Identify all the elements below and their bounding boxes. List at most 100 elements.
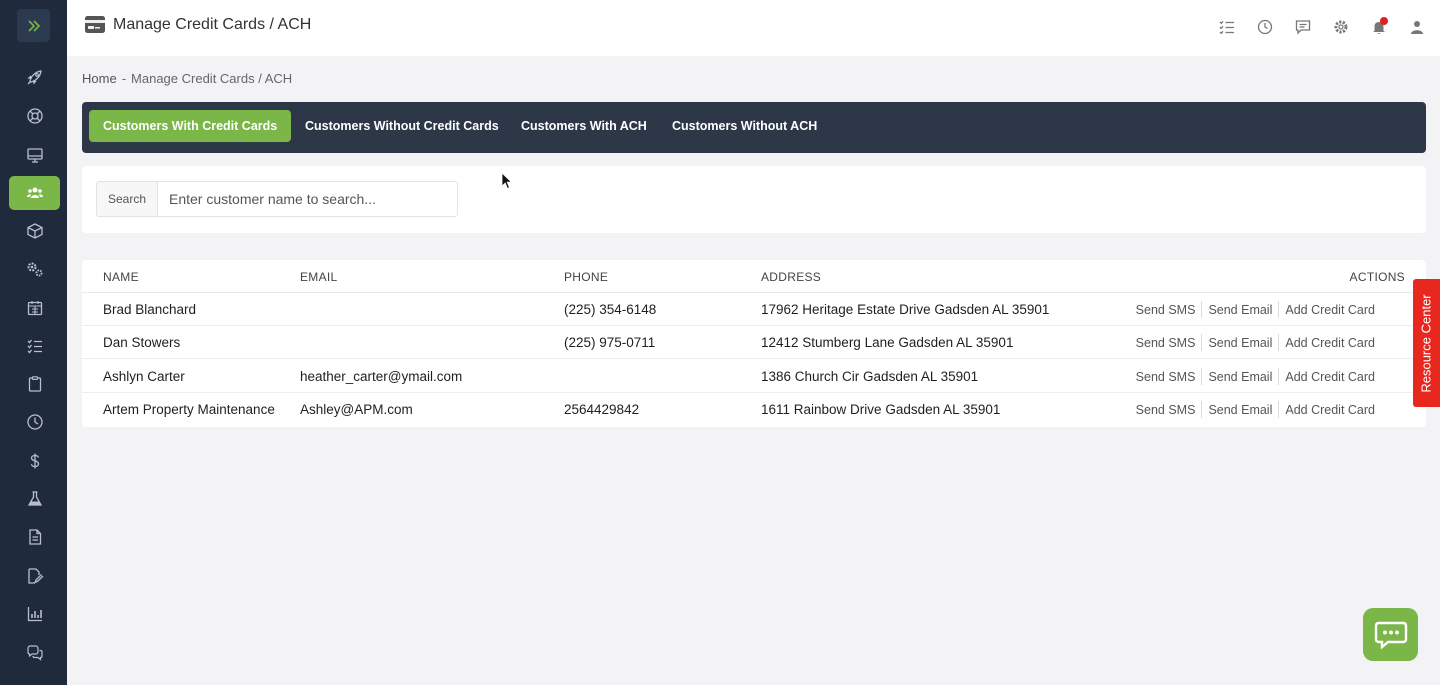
top-header: Manage Credit Cards / ACH [67, 0, 1440, 56]
users-icon [26, 187, 43, 198]
profile-button[interactable] [1408, 18, 1426, 36]
tasks-button[interactable] [1218, 18, 1236, 36]
notifications-button[interactable] [1370, 17, 1388, 36]
box-icon [26, 223, 43, 239]
cell-email: Ashley@APM.com [300, 402, 413, 417]
document-icon [28, 529, 41, 545]
sidebar-item-calendar[interactable] [9, 291, 60, 325]
search-group: Search [96, 181, 458, 217]
cell-address: 12412 Stumberg Lane Gadsden AL 35901 [761, 335, 1014, 350]
sidebar-item-support[interactable] [9, 99, 60, 133]
sidebar-item-history[interactable] [9, 405, 60, 439]
header-toolbar [1218, 17, 1426, 36]
column-header-name[interactable]: NAME [103, 270, 139, 284]
lifebuoy-icon [26, 108, 43, 124]
search-card: Search [82, 166, 1426, 233]
sidebar-item-contracts[interactable] [9, 559, 60, 593]
table-row: Brad Blanchard (225) 354-6148 17962 Heri… [82, 293, 1426, 326]
send-sms-button[interactable]: Send SMS [1130, 403, 1202, 417]
row-actions: Send SMS Send Email Add Credit Card [1130, 301, 1381, 318]
send-sms-button[interactable]: Send SMS [1130, 370, 1202, 384]
settings-button[interactable] [1332, 18, 1350, 36]
customers-table: NAME EMAIL PHONE ADDRESS ACTIONS Brad Bl… [82, 260, 1426, 427]
clipboard-icon [28, 376, 41, 392]
send-email-button[interactable]: Send Email [1202, 336, 1278, 350]
search-label: Search [97, 182, 158, 216]
clock-icon [26, 414, 43, 430]
row-actions: Send SMS Send Email Add Credit Card [1130, 368, 1381, 385]
tab-customers-without-credit-cards[interactable]: Customers Without Credit Cards [291, 110, 513, 142]
cell-name: Brad Blanchard [103, 302, 197, 317]
table-row: Dan Stowers (225) 975-0711 12412 Stumber… [82, 326, 1426, 359]
user-icon [1411, 21, 1423, 34]
breadcrumb-home-link[interactable]: Home [82, 71, 117, 86]
double-chevron-right-icon [27, 19, 40, 32]
gears-icon [27, 262, 42, 277]
table-row: Ashlyn Carter heather_carter@ymail.com 1… [82, 360, 1426, 393]
send-sms-button[interactable]: Send SMS [1130, 336, 1202, 350]
messages-button[interactable] [1294, 18, 1312, 36]
cell-name: Ashlyn Carter [103, 369, 185, 384]
search-input[interactable] [158, 182, 457, 216]
cell-email: heather_carter@ymail.com [300, 369, 463, 384]
table-header: NAME EMAIL PHONE ADDRESS ACTIONS [82, 260, 1426, 293]
calendar-icon [27, 301, 42, 316]
sidebar [0, 0, 67, 685]
rocket-icon [26, 70, 42, 85]
history-button[interactable] [1256, 18, 1274, 36]
cell-phone: (225) 354-6148 [564, 302, 657, 317]
add-credit-card-button[interactable]: Add Credit Card [1279, 370, 1381, 384]
sidebar-item-monitor[interactable] [9, 138, 60, 172]
chat-bubble-icon [1374, 621, 1407, 649]
sidebar-item-products[interactable] [9, 214, 60, 248]
cell-phone: (225) 975-0711 [564, 335, 656, 350]
expand-sidebar-button[interactable] [17, 9, 50, 42]
resource-center-tab[interactable]: Resource Center [1413, 279, 1440, 407]
table-row: Artem Property Maintenance Ashley@APM.co… [82, 393, 1426, 426]
checklist-icon [1219, 20, 1234, 35]
notification-badge [1380, 17, 1388, 25]
sidebar-item-messages[interactable] [9, 636, 60, 670]
column-header-phone[interactable]: PHONE [564, 270, 608, 284]
add-credit-card-button[interactable]: Add Credit Card [1279, 303, 1381, 317]
breadcrumb-separator: - [121, 71, 127, 86]
page-title: Manage Credit Cards / ACH [113, 16, 312, 33]
column-header-email[interactable]: EMAIL [300, 270, 338, 284]
breadcrumb: Home - Manage Credit Cards / ACH [82, 71, 292, 86]
cell-name: Artem Property Maintenance [103, 402, 275, 417]
sidebar-item-tasks[interactable] [9, 329, 60, 363]
add-credit-card-button[interactable]: Add Credit Card [1279, 336, 1381, 350]
signature-icon [27, 568, 43, 584]
sidebar-item-billing[interactable] [9, 444, 60, 478]
chat-launcher-button[interactable] [1363, 608, 1418, 661]
row-actions: Send SMS Send Email Add Credit Card [1130, 401, 1381, 418]
send-sms-button[interactable]: Send SMS [1130, 303, 1202, 317]
cell-address: 17962 Heritage Estate Drive Gadsden AL 3… [761, 302, 1050, 317]
add-credit-card-button[interactable]: Add Credit Card [1279, 403, 1381, 417]
chat-icon [26, 645, 43, 661]
send-email-button[interactable]: Send Email [1202, 303, 1278, 317]
sidebar-item-rocket[interactable] [9, 60, 60, 94]
row-actions: Send SMS Send Email Add Credit Card [1130, 334, 1381, 351]
sidebar-item-customers[interactable] [9, 176, 60, 210]
mouse-cursor-icon [501, 172, 513, 190]
send-email-button[interactable]: Send Email [1202, 403, 1278, 417]
cell-address: 1386 Church Cir Gadsden AL 35901 [761, 369, 979, 384]
sidebar-item-clipboard[interactable] [9, 367, 60, 401]
tab-customers-with-ach[interactable]: Customers With ACH [507, 110, 661, 142]
tab-customers-without-ach[interactable]: Customers Without ACH [658, 110, 831, 142]
gear-icon [1334, 20, 1348, 34]
resource-center-label: Resource Center [1419, 293, 1434, 393]
flask-icon [27, 491, 42, 506]
monitor-icon [26, 148, 43, 163]
sidebar-item-settings[interactable] [9, 252, 60, 286]
tab-customers-with-credit-cards[interactable]: Customers With Credit Cards [89, 110, 292, 142]
clock-icon [1257, 19, 1273, 35]
sidebar-item-documents[interactable] [9, 520, 60, 554]
send-email-button[interactable]: Send Email [1202, 370, 1278, 384]
column-header-actions: ACTIONS [1349, 270, 1405, 284]
column-header-address[interactable]: ADDRESS [761, 270, 821, 284]
sidebar-item-lab[interactable] [9, 482, 60, 516]
chart-icon [27, 607, 42, 622]
sidebar-item-reports[interactable] [9, 597, 60, 631]
